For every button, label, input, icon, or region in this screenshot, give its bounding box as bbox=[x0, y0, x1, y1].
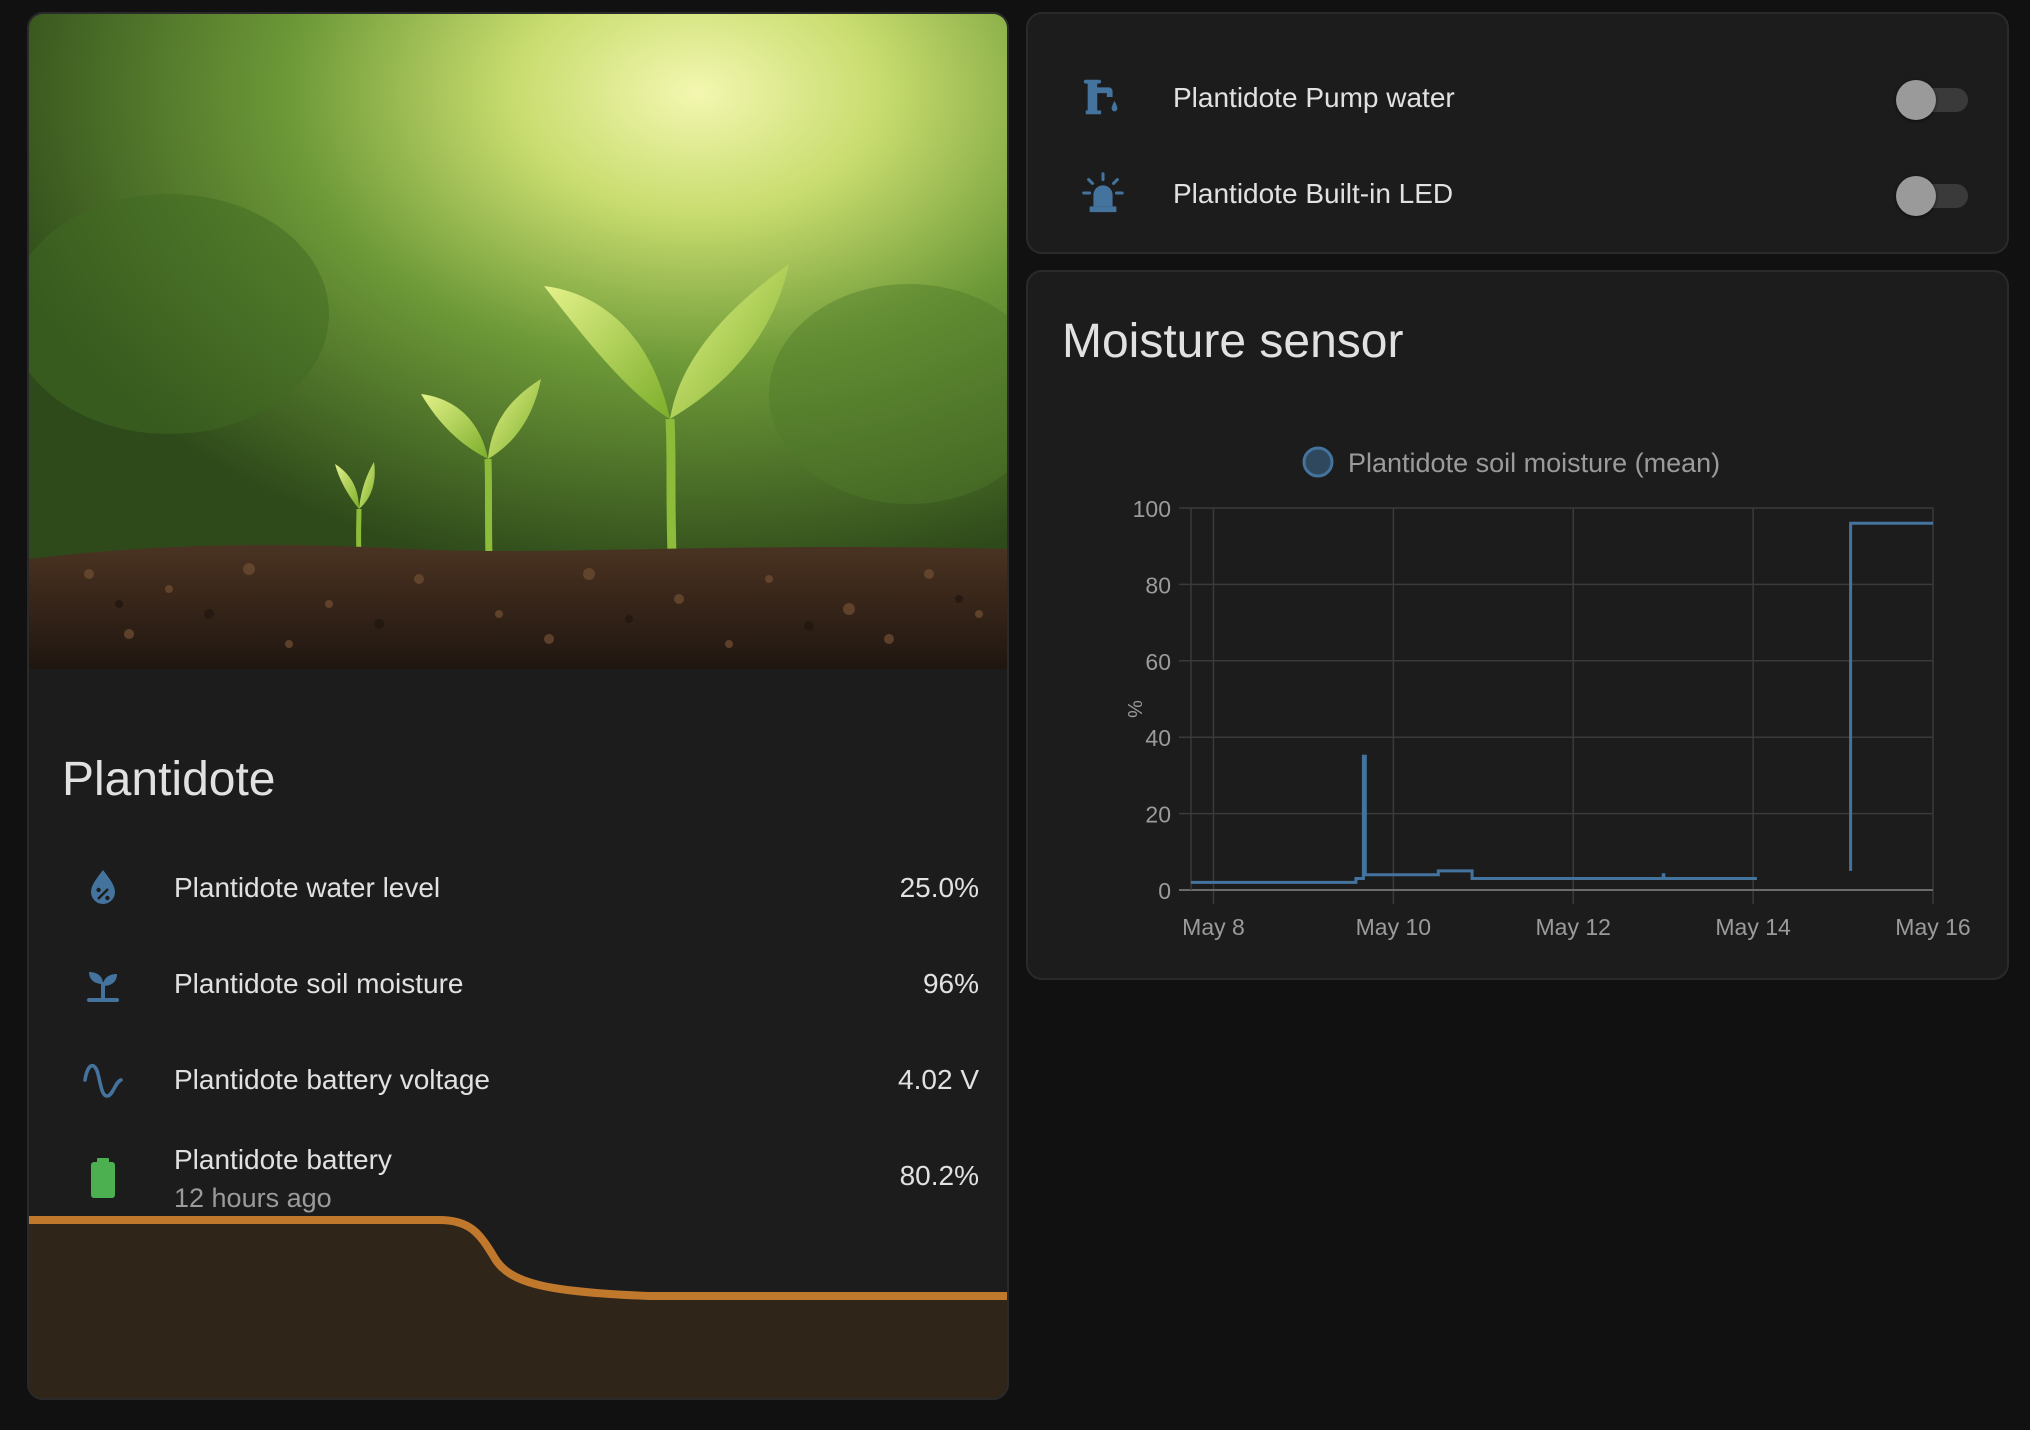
legend-marker bbox=[1302, 446, 1334, 478]
x-tick-label: May 12 bbox=[1536, 914, 1611, 940]
toggle-knob bbox=[1896, 176, 1936, 216]
plant-card: Plantidote Plantidote water level 25.0% … bbox=[27, 12, 1009, 1400]
battery-graph-fill bbox=[29, 1220, 1007, 1398]
entity-value: 96% bbox=[922, 968, 979, 999]
y-tick-label: 80 bbox=[1145, 572, 1171, 598]
y-tick-label: 40 bbox=[1145, 725, 1171, 751]
pump-water-toggle[interactable] bbox=[1896, 80, 1968, 120]
entity-name: Plantidote soil moisture bbox=[174, 968, 464, 999]
switch-row-built-in-led[interactable]: Plantidote Built-in LED bbox=[1028, 148, 2007, 238]
card-title: Plantidote bbox=[62, 753, 276, 806]
seedlings-photo bbox=[29, 14, 1007, 669]
switch-label: Plantidote Pump water bbox=[1173, 82, 1455, 113]
battery-history-graph bbox=[29, 1216, 1007, 1398]
entity-value: 80.2% bbox=[899, 1160, 979, 1191]
entity-name: Plantidote battery voltage bbox=[174, 1064, 490, 1095]
switch-label: Plantidote Built-in LED bbox=[1173, 178, 1454, 209]
entity-value: 4.02 V bbox=[898, 1064, 979, 1095]
legend-label: Plantidote soil moisture (mean) bbox=[1348, 448, 1720, 478]
entity-name: Plantidote water level bbox=[174, 872, 441, 903]
built-in-led-toggle[interactable] bbox=[1896, 176, 1968, 216]
toggle-knob bbox=[1896, 80, 1936, 120]
entity-row-soil-moisture[interactable]: Plantidote soil moisture 96% bbox=[29, 938, 1007, 1028]
x-tick-label: May 16 bbox=[1895, 914, 1970, 940]
moisture-sensor-card: Moisture sensor Plantidote soil moisture… bbox=[1026, 270, 2009, 980]
sine-wave-icon bbox=[83, 1063, 123, 1098]
series-line bbox=[1191, 754, 1757, 884]
entity-row-water-level[interactable]: Plantidote water level 25.0% bbox=[29, 842, 1007, 932]
x-tick-label: May 14 bbox=[1715, 914, 1791, 940]
moisture-chart: Plantidote soil moisture (mean) 0 20 40 60 80… bbox=[1123, 446, 1971, 940]
y-axis-label: % bbox=[1123, 700, 1145, 718]
series-line bbox=[1849, 521, 1933, 871]
y-tick-label: 0 bbox=[1158, 878, 1171, 904]
y-tick-label: 100 bbox=[1133, 496, 1171, 522]
y-tick-label: 60 bbox=[1145, 649, 1171, 675]
switches-card: Plantidote Pump water Plantidote Built-i… bbox=[1026, 12, 2009, 254]
water-percent-icon bbox=[91, 870, 115, 904]
y-tick-label: 20 bbox=[1145, 802, 1171, 828]
entity-value: 25.0% bbox=[899, 872, 979, 903]
x-tick-label: May 8 bbox=[1182, 914, 1245, 940]
entity-name: Plantidote battery bbox=[174, 1144, 392, 1175]
alarm-light-icon bbox=[1082, 172, 1124, 213]
sprout-icon bbox=[87, 972, 119, 1002]
x-tick-label: May 10 bbox=[1356, 914, 1431, 940]
water-pump-icon bbox=[1083, 79, 1118, 115]
switch-row-pump-water[interactable]: Plantidote Pump water bbox=[1028, 52, 2007, 142]
entity-row-battery-voltage[interactable]: Plantidote battery voltage 4.02 V bbox=[29, 1034, 1007, 1124]
